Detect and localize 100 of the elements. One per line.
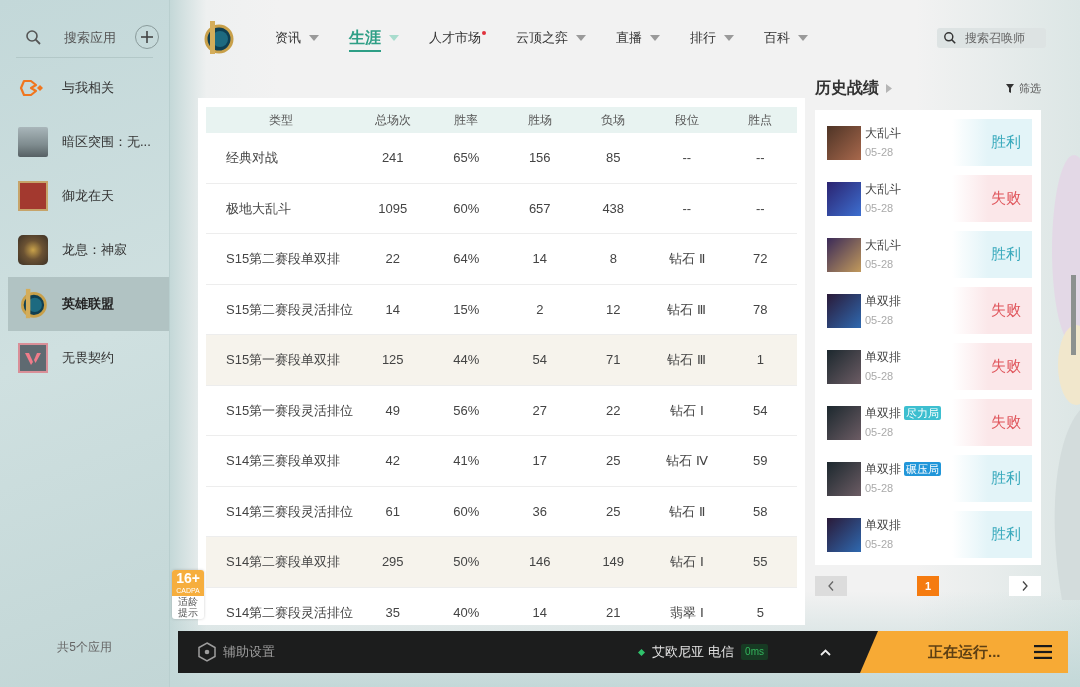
- match-mode: 单双排: [865, 404, 901, 422]
- table-cell-text: 42: [385, 452, 400, 470]
- sidebar-item[interactable]: 御龙在天: [8, 169, 169, 223]
- table-cell-text: 22: [606, 401, 621, 420]
- table-cell-text: 经典对战: [226, 149, 278, 167]
- sidebar-item[interactable]: 与我相关: [8, 61, 169, 115]
- match-mode: 单双排: [865, 516, 901, 534]
- table-cell-text: 59: [753, 452, 768, 470]
- table-cell-text: 438: [602, 199, 625, 218]
- sidebar-item[interactable]: 龙息：神寂: [8, 223, 169, 277]
- table-row[interactable]: S15第一赛段单双排 125 44% 54 71 钻石 Ⅲ 1: [206, 335, 797, 386]
- sidebar-item[interactable]: 暗区突围：无...: [8, 115, 169, 169]
- table-cell-text: 50%: [453, 553, 480, 571]
- table-cell-text: 78: [753, 300, 768, 319]
- table-cell-text: 125: [381, 351, 404, 369]
- match-mode: 单双排: [865, 292, 901, 310]
- table-cell-text: --: [755, 199, 765, 218]
- age-caption: 适龄提示: [178, 596, 198, 618]
- table-cell-text: 8: [609, 250, 617, 268]
- table-cell-text: 241: [381, 149, 404, 167]
- table-cell-text: 15%: [453, 300, 480, 319]
- search-field[interactable]: 搜索应用: [64, 25, 128, 49]
- nav-tab[interactable]: 人才市场: [429, 27, 486, 48]
- column-header: 总场次: [374, 112, 411, 129]
- champion-portrait[interactable]: [827, 237, 861, 272]
- nav-tab[interactable]: 云顶之弈: [516, 27, 586, 48]
- age-rating: 16+: [176, 570, 200, 587]
- table-cell-text: --: [755, 149, 765, 167]
- match-date: 05-28: [865, 256, 895, 272]
- table-cell-text: S14第三赛段灵活排位: [226, 502, 354, 521]
- sidebar-item[interactable]: 无畏契约: [8, 331, 169, 385]
- search-icon: [26, 29, 41, 45]
- nav-tab[interactable]: 直播: [616, 27, 660, 48]
- table-cell-text: --: [682, 149, 692, 167]
- table-cell-text: 极地大乱斗: [226, 199, 291, 218]
- champion-portrait[interactable]: [827, 517, 861, 552]
- scrollbar-thumb[interactable]: [1071, 275, 1076, 355]
- chevron-right-icon: [1022, 581, 1028, 591]
- champion-portrait[interactable]: [827, 293, 861, 328]
- nav-tab[interactable]: 排行: [690, 27, 734, 48]
- match-date: 05-28: [865, 368, 895, 384]
- table-cell-text: 钻石 Ⅱ: [668, 502, 705, 521]
- column-header: 负场: [601, 112, 626, 129]
- champion-portrait[interactable]: [827, 125, 861, 160]
- table-cell-text: 60%: [453, 199, 480, 218]
- match-date: 05-28: [865, 144, 895, 160]
- table-cell-text: S14第三赛段单双排: [226, 452, 341, 470]
- table-cell-text: 25: [606, 452, 621, 470]
- table-cell-text: 5: [756, 603, 764, 622]
- champion-portrait[interactable]: [827, 405, 861, 440]
- run-status-label[interactable]: 正在运行...: [928, 640, 1001, 664]
- match-mode: 大乱斗: [865, 236, 901, 254]
- table-cell-text: 58: [753, 502, 768, 521]
- chevron-left-icon: [828, 581, 834, 591]
- table-cell-text: 61: [385, 502, 400, 521]
- table-cell-text: S15第二赛段单双排: [226, 250, 341, 268]
- table-row[interactable]: S14第二赛段单双排 295 50% 146 149 钻石 Ⅰ 55: [206, 537, 797, 588]
- table-cell-text: 156: [528, 149, 551, 167]
- champion-portrait[interactable]: [827, 461, 861, 496]
- v-emblem-icon: [18, 343, 48, 373]
- table-cell-text: 36: [532, 502, 547, 521]
- nav-tab[interactable]: 资讯: [275, 27, 319, 48]
- summoner-search-field[interactable]: 搜索召唤师: [937, 27, 1046, 48]
- table-cell-text: 72: [753, 250, 768, 268]
- table-cell-text: 钻石 Ⅰ: [669, 553, 704, 571]
- nav-tab[interactable]: 百科: [764, 27, 808, 48]
- match-mode: 单双排: [865, 348, 901, 366]
- champion-portrait[interactable]: [827, 349, 861, 384]
- table-cell-text: 钻石 Ⅱ: [668, 250, 705, 268]
- table-cell-text: 657: [528, 199, 551, 218]
- column-header: 胜场: [527, 112, 552, 129]
- table-cell-text: 14: [532, 603, 547, 622]
- sidebar-item[interactable]: 英雄联盟: [8, 277, 169, 331]
- menu-icon[interactable]: [1034, 645, 1052, 659]
- table-cell-text: 钻石 Ⅳ: [665, 452, 708, 470]
- table-cell-text: 40%: [453, 603, 480, 622]
- filter-button[interactable]: 筛选: [1006, 79, 1041, 97]
- history-title[interactable]: 历史战绩: [815, 76, 879, 100]
- next-page-button[interactable]: [1009, 576, 1041, 596]
- caret-up-icon[interactable]: [820, 648, 831, 656]
- table-cell-text: S15第一赛段灵活排位: [226, 401, 354, 420]
- table-cell-text: 35: [385, 603, 400, 622]
- column-header: 类型: [269, 112, 293, 129]
- column-header: 胜率: [454, 112, 479, 129]
- table-cell-text: S15第二赛段灵活排位: [226, 300, 354, 319]
- table-cell-text: 54: [753, 401, 768, 420]
- ring-emblem-icon[interactable]: [202, 19, 234, 56]
- match-date: 05-28: [865, 312, 895, 328]
- table-cell-text: 钻石 Ⅲ: [667, 351, 707, 369]
- table-cell-text: 49: [385, 401, 400, 420]
- table-cell-text: 27: [532, 401, 547, 420]
- match-mode: 大乱斗: [865, 124, 901, 142]
- server-name[interactable]: 艾欧尼亚 电信: [652, 642, 735, 662]
- plus-icon: [141, 31, 153, 43]
- champion-portrait[interactable]: [827, 181, 861, 216]
- app-count: 共5个应用: [57, 639, 112, 656]
- assist-settings-button[interactable]: 辅助设置: [198, 642, 275, 662]
- table-cell-text: 54: [532, 351, 547, 369]
- column-header: 胜点: [748, 112, 773, 129]
- filter-icon: [1006, 83, 1014, 93]
